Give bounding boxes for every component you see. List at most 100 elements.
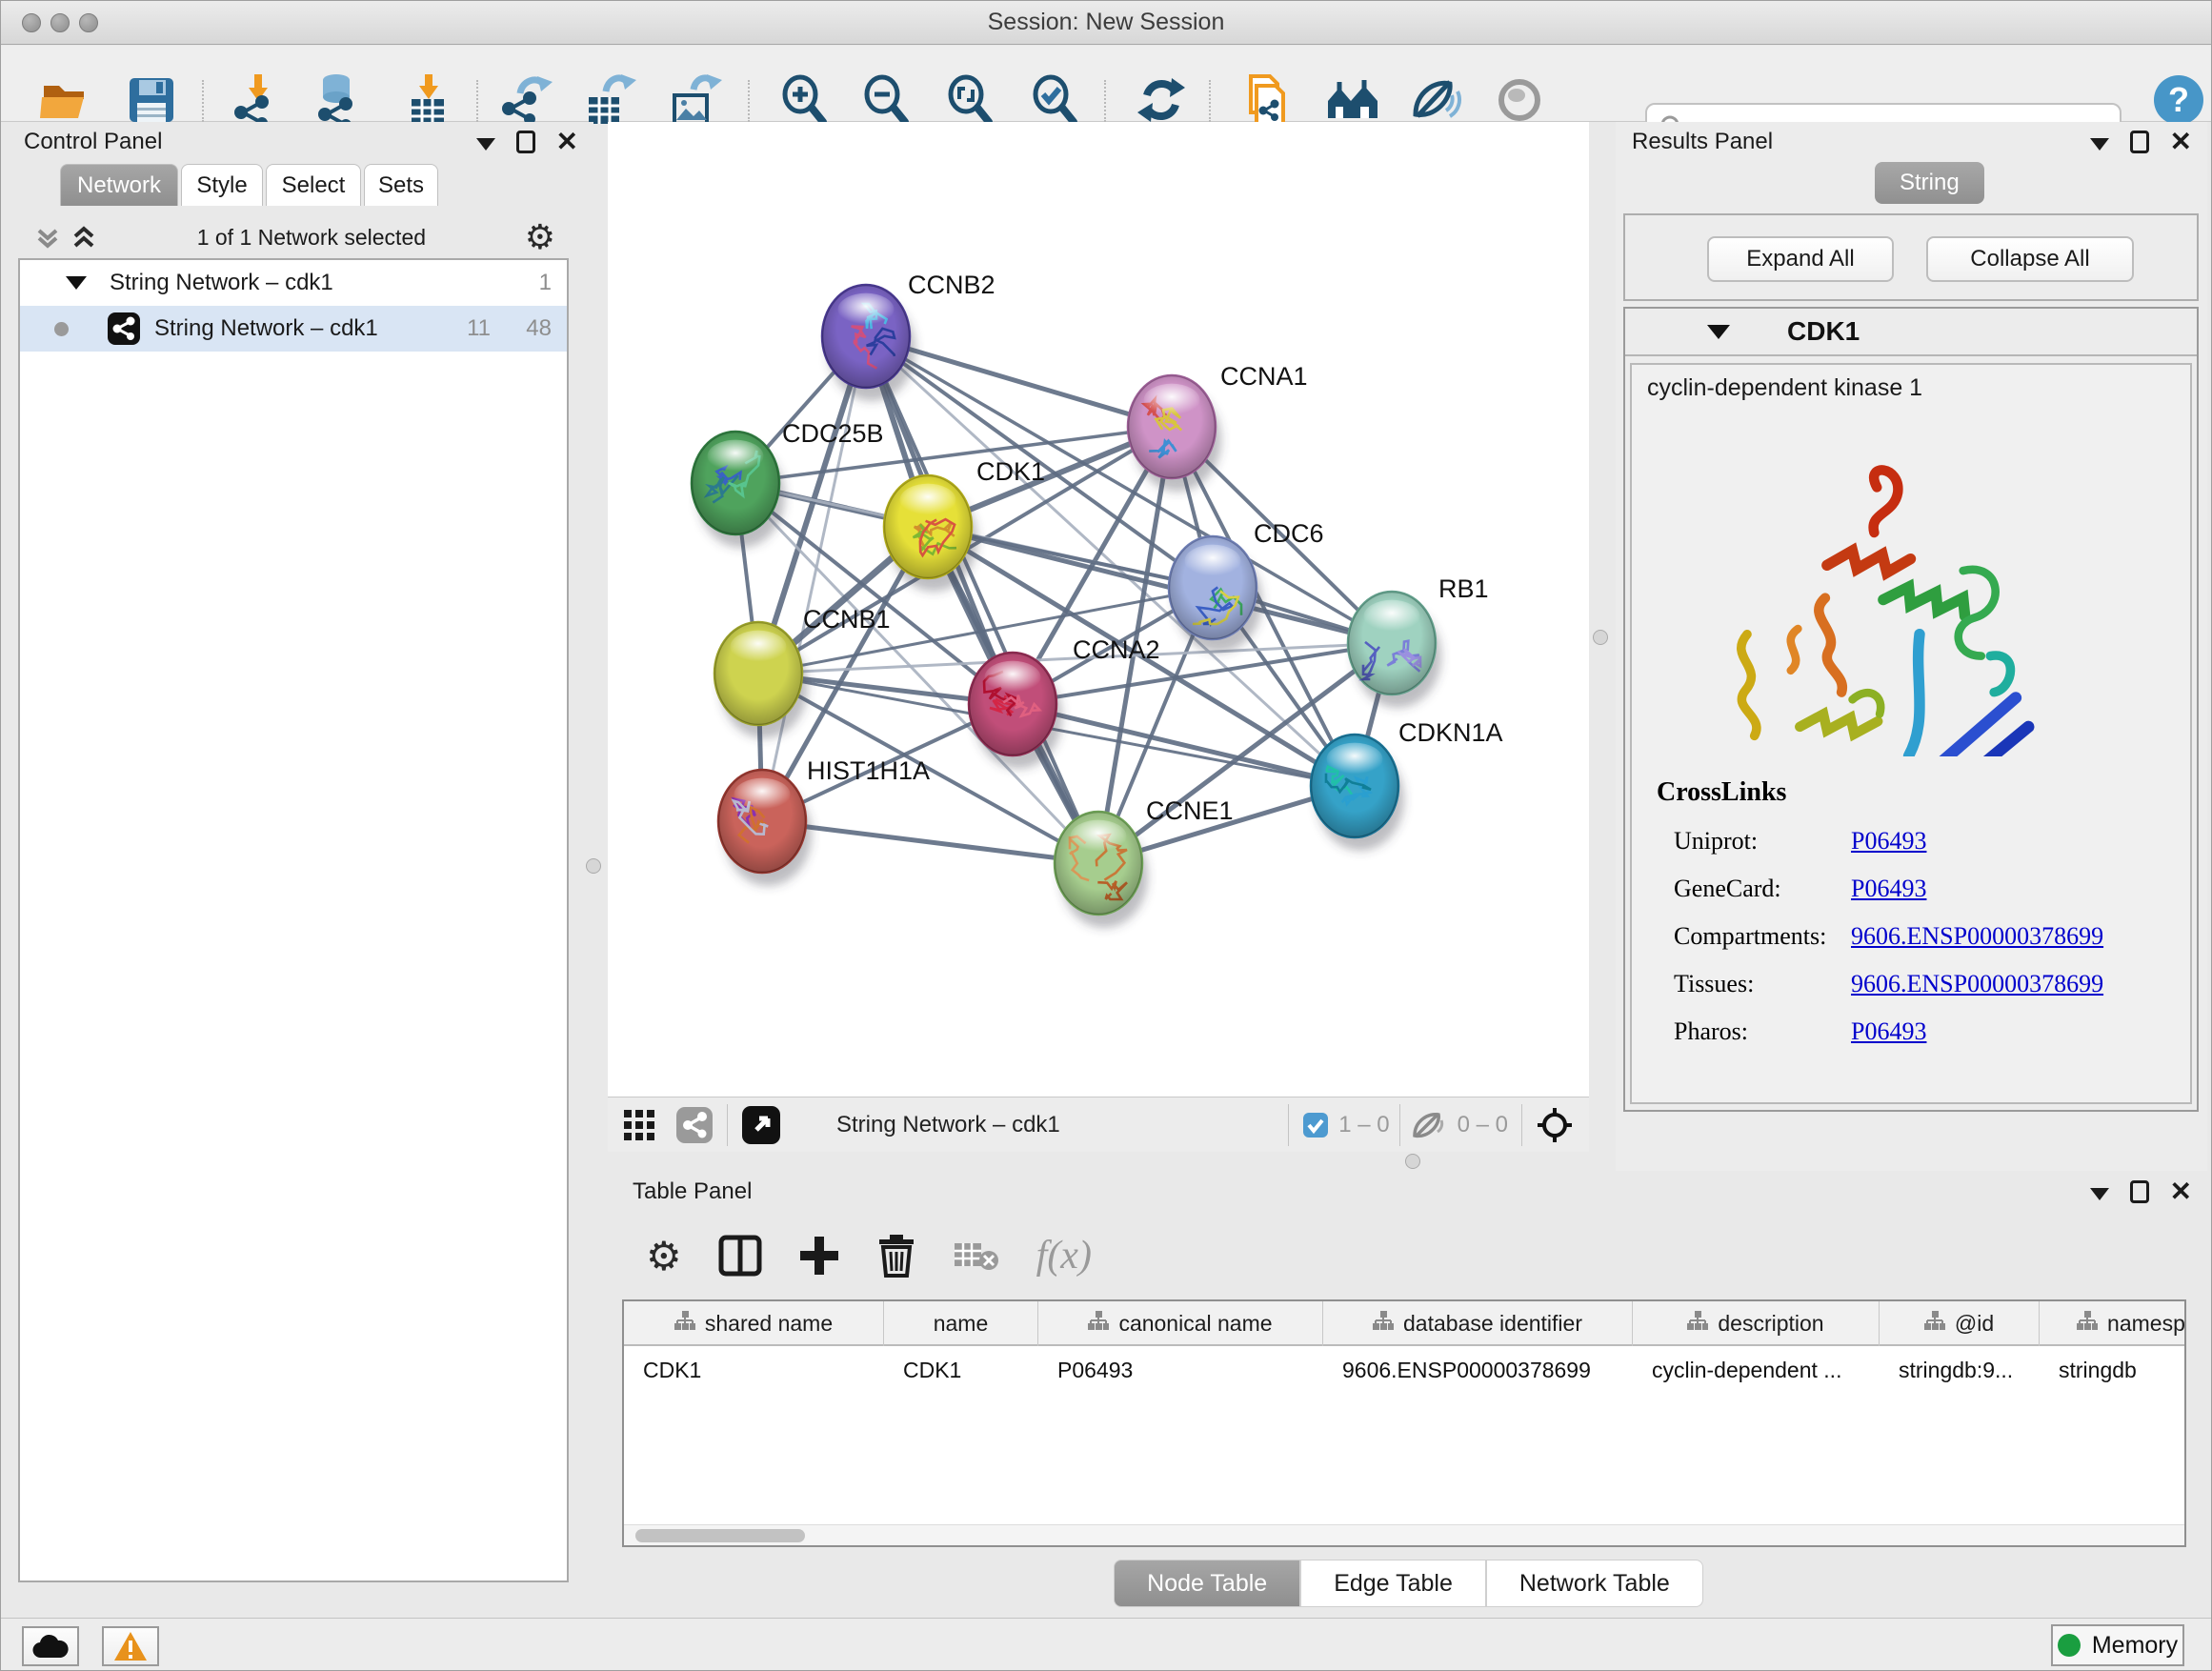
crosslink-value-link[interactable]: P06493 [1851, 875, 1926, 903]
warning-status-button[interactable] [102, 1626, 159, 1666]
network-canvas[interactable]: CCNB2CCNA1CDC25BCDK1CDC6RB1CCNB1CCNA2CDK… [608, 122, 1589, 1097]
crosslink-value-link[interactable]: 9606.ENSP00000378699 [1851, 922, 2103, 951]
cell-description[interactable]: cyclin-dependent ... [1633, 1348, 1880, 1392]
panel-collapse-icon[interactable] [476, 138, 495, 151]
function-builder-icon[interactable]: f(x) [1036, 1233, 1092, 1278]
zoom-selected-icon[interactable] [1027, 71, 1084, 129]
first-neighbors-icon[interactable] [1323, 71, 1380, 129]
network-row[interactable]: String Network – cdk1 11 48 [20, 306, 567, 352]
selected-checkbox-icon[interactable] [1302, 1112, 1329, 1138]
panel-float-icon[interactable] [2130, 1180, 2149, 1203]
column-header-name[interactable]: name [884, 1301, 1038, 1346]
panel-float-icon[interactable] [516, 131, 535, 153]
delete-column-trash-icon[interactable] [876, 1234, 916, 1278]
expand-all-button[interactable]: Expand All [1707, 236, 1894, 282]
network-collection-row[interactable]: String Network – cdk1 1 [20, 260, 567, 306]
cell-canonical-name[interactable]: P06493 [1038, 1348, 1323, 1392]
help-icon[interactable]: ? [2150, 71, 2207, 129]
cell--id[interactable]: stringdb:9... [1880, 1348, 2040, 1392]
node-CDKN1A[interactable] [1311, 735, 1404, 851]
network-thumbnail-icon[interactable] [675, 1106, 714, 1144]
tab-string[interactable]: String [1875, 162, 1984, 204]
import-network-database-icon[interactable] [311, 71, 368, 129]
export-image-icon[interactable] [666, 71, 723, 129]
tab-network-table[interactable]: Network Table [1486, 1560, 1703, 1607]
selected-count: 1 – 0 [1338, 1112, 1389, 1138]
panel-close-icon[interactable]: ✕ [2170, 131, 2192, 153]
add-column-icon[interactable] [798, 1235, 840, 1277]
crosslink-value-link[interactable]: P06493 [1851, 827, 1926, 856]
tab-style[interactable]: Style [181, 164, 263, 206]
network-options-gear-icon[interactable]: ⚙ [525, 218, 555, 257]
expand-all-icon[interactable] [70, 223, 98, 252]
column-header-database-identifier[interactable]: database identifier [1323, 1301, 1633, 1346]
tab-node-table[interactable]: Node Table [1114, 1560, 1300, 1607]
cloud-status-button[interactable] [22, 1626, 79, 1666]
table-horizontal-scrollbar[interactable] [624, 1524, 2184, 1545]
birds-eye-view-icon[interactable] [741, 1105, 781, 1145]
tab-sets[interactable]: Sets [364, 164, 438, 206]
grid-view-icon[interactable] [622, 1108, 656, 1142]
panel-close-icon[interactable]: ✕ [556, 131, 578, 153]
crosslink-value-link[interactable]: P06493 [1851, 1017, 1926, 1046]
edge-CCNB2-HIST1H1A[interactable] [762, 336, 866, 821]
panel-collapse-icon[interactable] [2090, 1188, 2109, 1200]
collapse-all-button[interactable]: Collapse All [1926, 236, 2134, 282]
tab-select[interactable]: Select [266, 164, 361, 206]
table-options-gear-icon[interactable]: ⚙ [646, 1233, 682, 1279]
node-CCNB2[interactable] [822, 285, 915, 401]
panel-close-icon[interactable]: ✕ [2170, 1180, 2192, 1203]
hidden-eye-icon[interactable] [1410, 1109, 1448, 1141]
import-network-file-icon[interactable] [229, 71, 286, 129]
bottom-splitter-handle[interactable] [1405, 1154, 1420, 1169]
panel-float-icon[interactable] [2130, 131, 2149, 153]
scrollbar-thumb[interactable] [635, 1529, 805, 1542]
cell-name[interactable]: CDK1 [884, 1348, 1038, 1392]
crosslink-value-link[interactable]: 9606.ENSP00000378699 [1851, 970, 2103, 998]
cell-namespace[interactable]: stringdb [2040, 1348, 2186, 1392]
tab-network[interactable]: Network [60, 164, 178, 206]
column-header-namespace[interactable]: namespace [2040, 1301, 2186, 1346]
fit-content-crosshair-icon[interactable] [1536, 1106, 1574, 1144]
node-label-CCNE1: CCNE1 [1146, 796, 1234, 825]
node-CCNA2[interactable] [969, 653, 1062, 769]
node-CDC6[interactable] [1169, 536, 1262, 653]
node-RB1[interactable] [1348, 592, 1441, 708]
export-table-icon[interactable] [580, 71, 637, 129]
copy-style-icon[interactable] [1238, 71, 1296, 129]
tab-edge-table[interactable]: Edge Table [1300, 1560, 1486, 1607]
node-CCNE1[interactable] [1055, 812, 1148, 928]
column-header--id[interactable]: @id [1880, 1301, 2040, 1346]
collapse-all-icon[interactable] [33, 223, 62, 252]
cell-shared-name[interactable]: CDK1 [624, 1348, 884, 1392]
show-columns-icon[interactable] [718, 1235, 762, 1277]
cell-database-identifier[interactable]: 9606.ENSP00000378699 [1323, 1348, 1633, 1392]
zoom-in-icon[interactable] [776, 71, 834, 129]
show-all-icon[interactable] [1491, 71, 1548, 129]
zoom-out-icon[interactable] [858, 71, 915, 129]
open-session-icon[interactable] [37, 71, 94, 129]
panel-collapse-icon[interactable] [2090, 138, 2109, 151]
zoom-fit-icon[interactable] [942, 71, 999, 129]
hide-selected-icon[interactable] [1407, 71, 1464, 129]
refresh-icon[interactable] [1133, 71, 1190, 129]
node-CDK1[interactable] [884, 475, 977, 592]
node-HIST1H1A[interactable] [718, 770, 812, 886]
string-network-graph[interactable]: CCNB2CCNA1CDC25BCDK1CDC6RB1CCNB1CCNA2CDK… [608, 122, 1589, 1097]
save-session-icon[interactable] [123, 71, 180, 129]
import-table-file-icon[interactable] [399, 71, 456, 129]
cdk1-card-header[interactable]: CDK1 [1625, 309, 2197, 356]
node-CDC25B[interactable] [692, 432, 785, 548]
right-splitter-handle[interactable] [1593, 630, 1608, 645]
collapse-arrow-icon[interactable] [1707, 325, 1730, 339]
column-header-canonical-name[interactable]: canonical name [1038, 1301, 1323, 1346]
column-header-description[interactable]: description [1633, 1301, 1880, 1346]
table-row[interactable]: CDK1CDK1P064939606.ENSP00000378699cyclin… [624, 1348, 2186, 1392]
left-splitter-handle[interactable] [586, 858, 601, 874]
export-network-icon[interactable] [498, 71, 555, 129]
memory-button[interactable]: Memory [2051, 1624, 2184, 1666]
column-header-shared-name[interactable]: shared name [624, 1301, 884, 1346]
delete-table-icon[interactable] [953, 1238, 1000, 1274]
tree-expand-arrow-icon[interactable] [66, 276, 87, 290]
edge-HIST1H1A-CCNE1[interactable] [762, 821, 1098, 863]
